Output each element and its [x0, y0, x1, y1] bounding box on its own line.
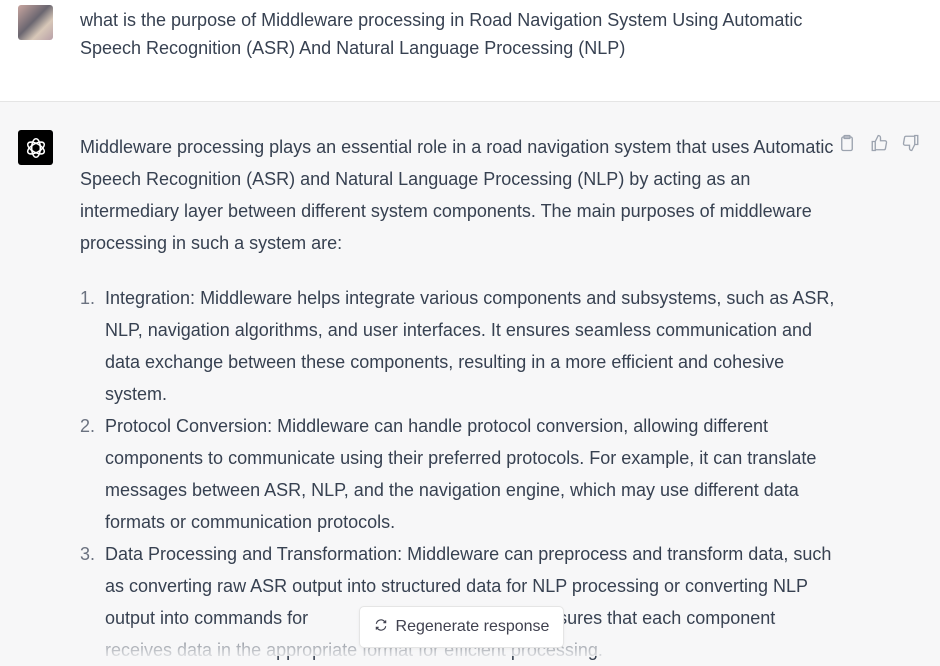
thumbs-up-icon[interactable]: [870, 134, 888, 152]
intro-paragraph: Middleware processing plays an essential…: [80, 137, 834, 253]
regenerate-label: Regenerate response: [395, 618, 550, 635]
regenerate-response-button[interactable]: Regenerate response: [359, 606, 564, 648]
list-item: 2. Protocol Conversion: Middleware can ha…: [80, 416, 817, 532]
message-actions: [838, 134, 920, 152]
user-message: what is the purpose of Middleware proces…: [0, 0, 940, 102]
user-avatar: [18, 5, 53, 40]
clipboard-icon[interactable]: [838, 134, 856, 152]
user-message-text: what is the purpose of Middleware proces…: [80, 10, 803, 58]
assistant-message: Middleware processing plays an essential…: [0, 102, 940, 660]
assistant-logo-icon: [18, 130, 53, 165]
list-item: 1. Integration: Middleware helps integrat…: [80, 288, 835, 404]
refresh-icon: [374, 618, 388, 637]
assistant-message-content: Middleware processing plays an essential…: [80, 131, 840, 666]
thumbs-down-icon[interactable]: [902, 134, 920, 152]
